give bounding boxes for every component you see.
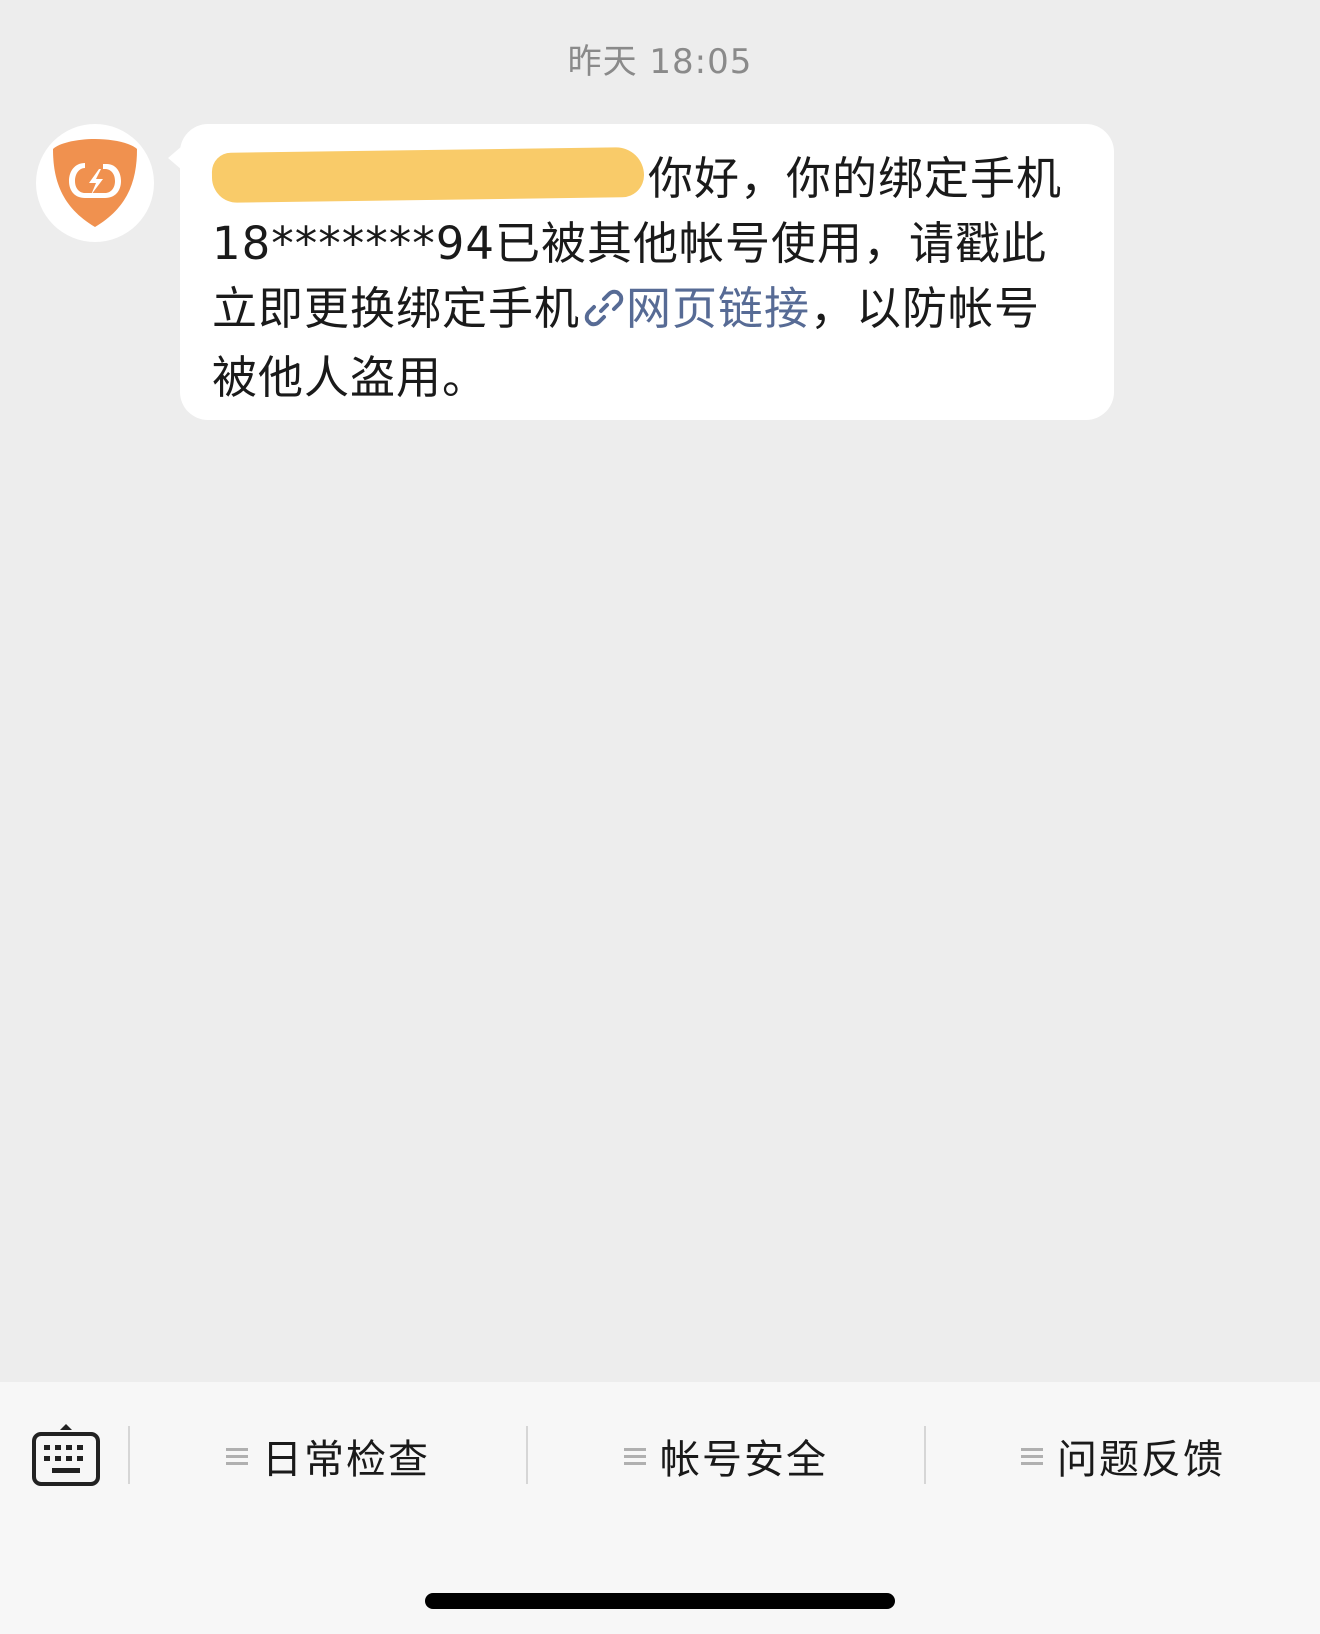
menu-feedback[interactable]: 问题反馈 xyxy=(926,1420,1320,1492)
redacted-sender-name xyxy=(211,146,645,204)
menu-daily-check[interactable]: 日常检查 xyxy=(130,1420,526,1492)
keyboard-toggle-button[interactable] xyxy=(30,1420,102,1492)
message-text: 你好，你的绑定手机18*******94已被其他帐号使用，请戳此立即更换绑定手机… xyxy=(211,146,1082,410)
home-indicator[interactable] xyxy=(425,1593,895,1609)
menu-lines-icon xyxy=(226,1444,248,1469)
menu-item-label: 问题反馈 xyxy=(1057,1437,1225,1483)
menu-lines-icon xyxy=(1021,1444,1043,1469)
keyboard-icon xyxy=(32,1424,100,1486)
web-link[interactable]: 网页链接 xyxy=(626,282,810,335)
message-timestamp: 昨天 18:05 xyxy=(567,42,753,82)
menu-lines-icon xyxy=(624,1444,646,1469)
menu-item-label: 日常检查 xyxy=(262,1437,430,1483)
sender-avatar[interactable] xyxy=(36,124,154,242)
link-icon xyxy=(584,280,624,345)
menu-account-security[interactable]: 帐号安全 xyxy=(528,1420,924,1492)
message-bubble[interactable]: 你好，你的绑定手机18*******94已被其他帐号使用，请戳此立即更换绑定手机… xyxy=(180,124,1114,420)
menu-item-label: 帐号安全 xyxy=(660,1437,828,1483)
shield-lightning-icon xyxy=(53,139,137,227)
